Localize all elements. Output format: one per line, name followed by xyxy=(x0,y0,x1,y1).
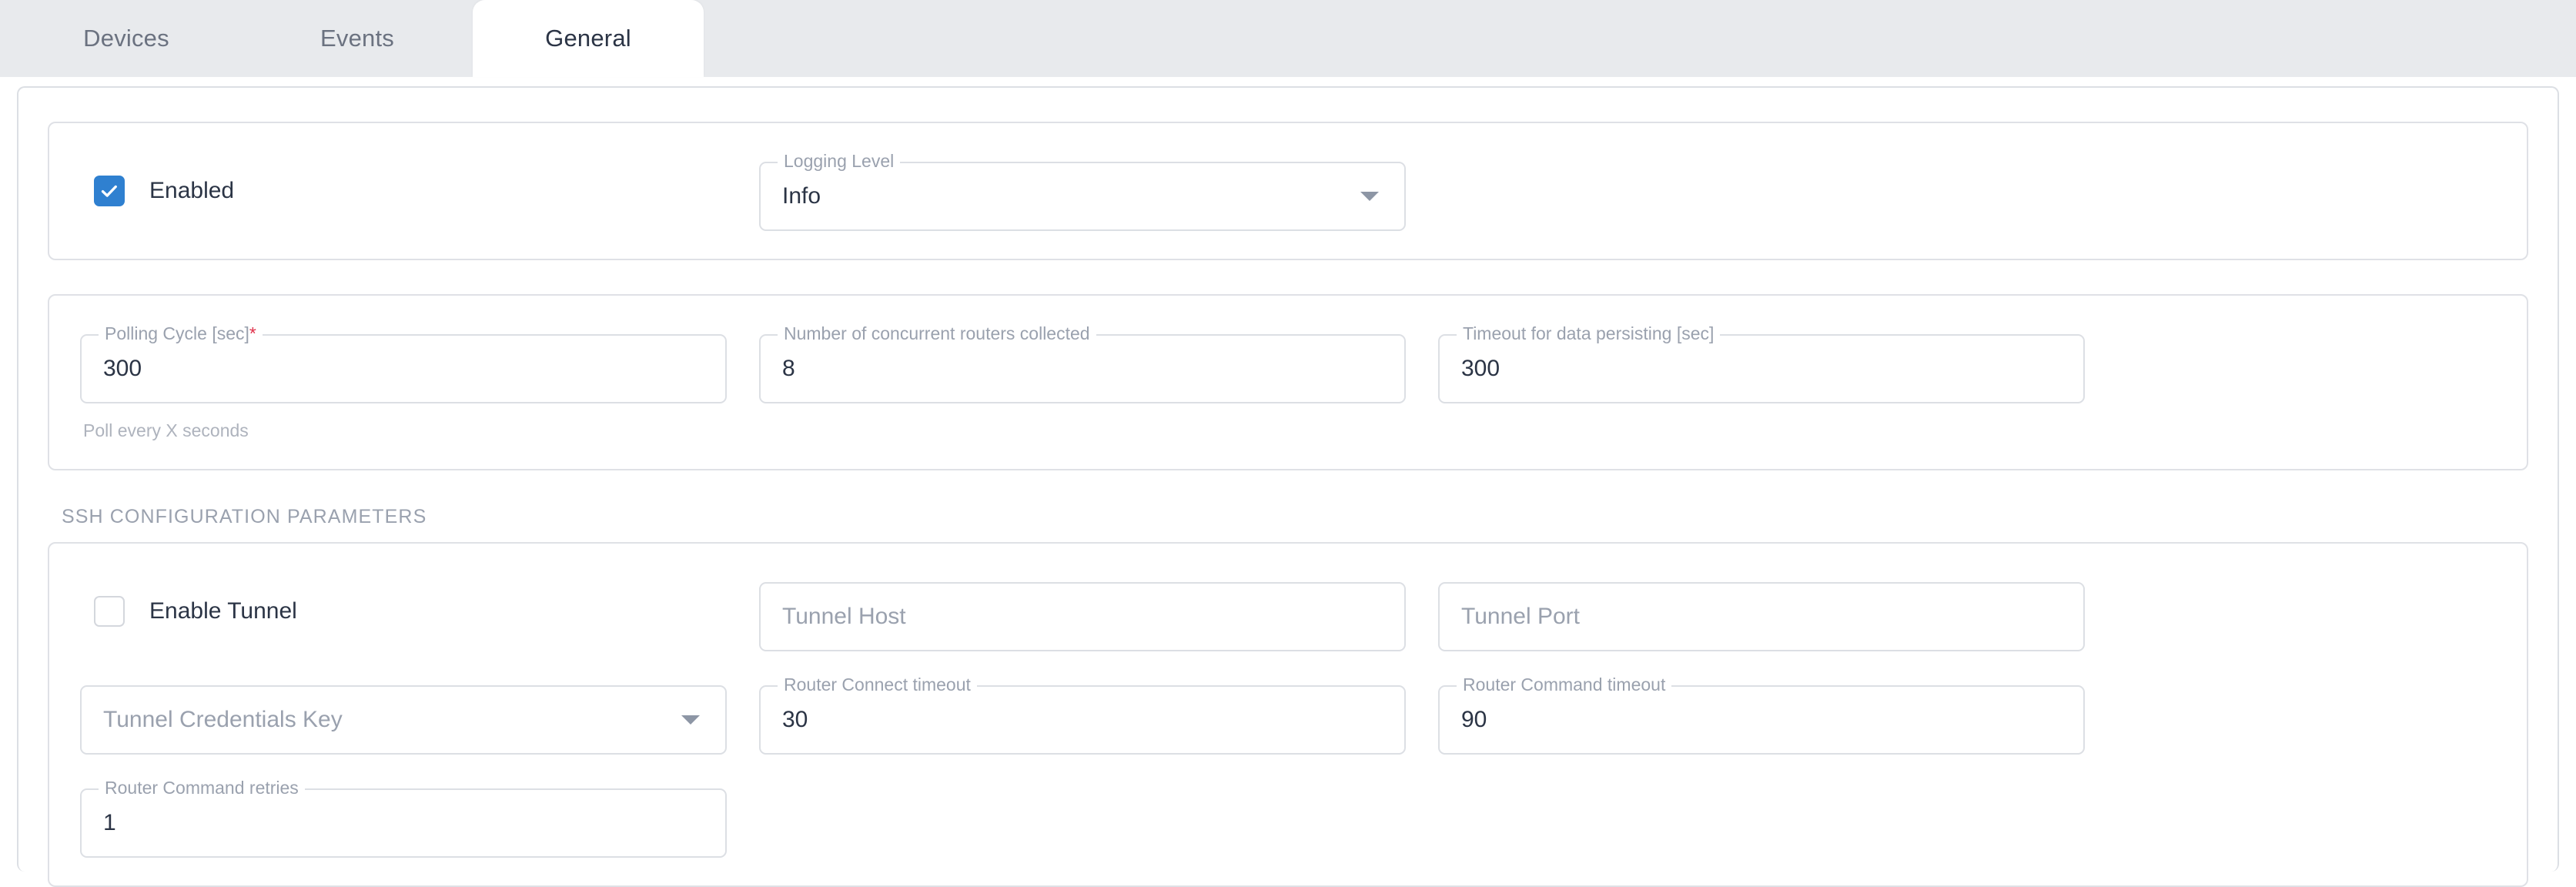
ssh-section-title: SSH CONFIGURATION PARAMETERS xyxy=(62,506,427,527)
ssh-row-2: Tunnel Credentials Key Router Connect ti… xyxy=(80,673,2496,755)
router-command-retries-label: Router Command retries xyxy=(99,776,305,799)
tunnel-port-placeholder: Tunnel Port xyxy=(1461,604,1580,629)
chevron-down-icon[interactable] xyxy=(681,685,701,755)
persist-timeout-label: Timeout for data persisting [sec] xyxy=(1457,322,1721,345)
polling-settings-card: Polling Cycle [sec]* 300 Poll every X se… xyxy=(48,294,2528,470)
logging-level-select[interactable]: Logging Level Info xyxy=(759,149,1406,231)
tab-devices[interactable]: Devices xyxy=(11,0,242,77)
polling-cycle-label: Polling Cycle [sec]* xyxy=(99,322,263,345)
router-connect-timeout-input[interactable]: Router Connect timeout 30 xyxy=(759,673,1406,755)
router-connect-timeout-label: Router Connect timeout xyxy=(778,673,977,696)
empty-checkbox-icon[interactable] xyxy=(94,596,125,627)
settings-panel: Enabled Logging Level Info Polling Cycle… xyxy=(17,86,2559,887)
tab-events[interactable]: Events xyxy=(242,0,473,77)
concurrent-routers-label: Number of concurrent routers collected xyxy=(778,322,1096,345)
persist-timeout-input[interactable]: Timeout for data persisting [sec] 300 xyxy=(1438,322,2085,403)
logging-level-label: Logging Level xyxy=(778,149,901,172)
polling-cycle-helper-text: Poll every X seconds xyxy=(83,420,249,440)
tunnel-host-placeholder: Tunnel Host xyxy=(782,604,906,629)
tab-general[interactable]: General xyxy=(473,0,704,77)
router-command-timeout-label: Router Command timeout xyxy=(1457,673,1672,696)
required-asterisk: * xyxy=(249,323,256,343)
ssh-settings-card: Enable Tunnel Tunnel Host Tunnel Port Tu… xyxy=(48,542,2528,887)
tab-devices-label: Devices xyxy=(83,25,169,52)
enable-tunnel-column: Enable Tunnel xyxy=(80,571,727,651)
tunnel-host-input[interactable]: Tunnel Host xyxy=(759,571,1406,651)
tunnel-port-column: Tunnel Port xyxy=(1438,571,2085,651)
tunnel-credentials-key-select[interactable]: Tunnel Credentials Key xyxy=(80,674,727,755)
router-command-timeout-column: Router Command timeout 90 xyxy=(1438,673,2085,755)
general-settings-row: Enabled Logging Level Info xyxy=(80,149,2496,231)
tunnel-port-input[interactable]: Tunnel Port xyxy=(1438,571,2085,651)
router-connect-timeout-column: Router Connect timeout 30 xyxy=(759,673,1406,755)
checkmark-icon[interactable] xyxy=(94,176,125,206)
logging-level-column: Logging Level Info xyxy=(759,149,1406,231)
tunnel-credentials-key-column: Tunnel Credentials Key xyxy=(80,674,727,755)
concurrent-routers-column: Number of concurrent routers collected 8 xyxy=(759,322,1406,403)
polling-cycle-label-text: Polling Cycle [sec] xyxy=(105,323,249,343)
router-command-retries-column: Router Command retries 1 xyxy=(80,776,727,858)
ssh-row-1: Enable Tunnel Tunnel Host Tunnel Port xyxy=(80,571,2496,651)
router-command-timeout-input[interactable]: Router Command timeout 90 xyxy=(1438,673,2085,755)
general-settings-card: Enabled Logging Level Info xyxy=(48,122,2528,260)
tab-bar: Devices Events General xyxy=(0,0,2576,77)
chevron-down-icon[interactable] xyxy=(1360,162,1380,231)
enabled-column: Enabled xyxy=(80,151,727,231)
tab-general-label: General xyxy=(545,25,631,52)
tunnel-host-column: Tunnel Host xyxy=(759,571,1406,651)
router-command-retries-input[interactable]: Router Command retries 1 xyxy=(80,776,727,858)
polling-settings-row: Polling Cycle [sec]* 300 Poll every X se… xyxy=(80,322,2496,441)
enabled-label: Enabled xyxy=(149,178,235,203)
polling-cycle-input[interactable]: Polling Cycle [sec]* 300 xyxy=(80,322,727,403)
ssh-row-3: Router Command retries 1 xyxy=(80,776,2496,858)
persist-timeout-column: Timeout for data persisting [sec] 300 xyxy=(1438,322,2085,403)
enable-tunnel-checkbox[interactable]: Enable Tunnel xyxy=(80,571,727,651)
tunnel-credentials-key-placeholder: Tunnel Credentials Key xyxy=(103,707,343,732)
concurrent-routers-input[interactable]: Number of concurrent routers collected 8 xyxy=(759,322,1406,403)
tab-events-label: Events xyxy=(320,25,394,52)
enabled-checkbox[interactable]: Enabled xyxy=(80,151,727,231)
polling-cycle-column: Polling Cycle [sec]* 300 Poll every X se… xyxy=(80,322,727,441)
enable-tunnel-label: Enable Tunnel xyxy=(149,598,297,624)
